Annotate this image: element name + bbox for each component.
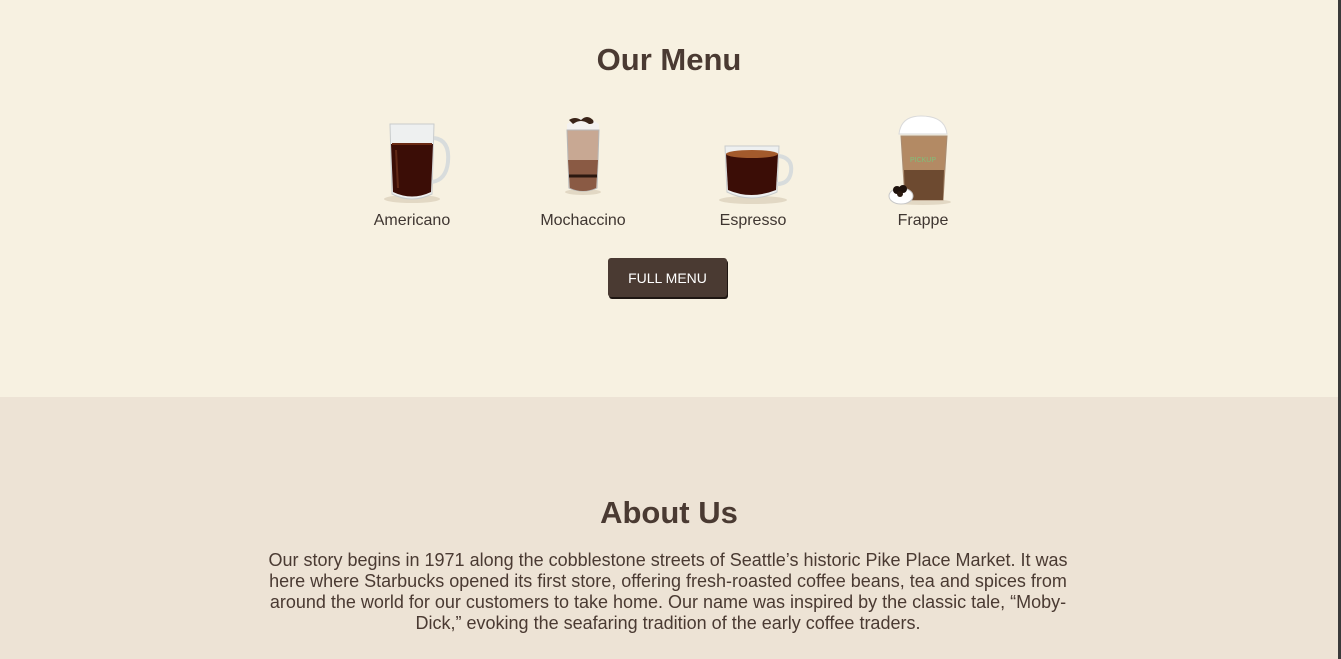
- menu-item-label: Espresso: [719, 212, 787, 229]
- menu-item-mochaccino[interactable]: Mochaccino: [523, 110, 643, 230]
- menu-item-label: Americano: [373, 212, 451, 229]
- menu-item-americano[interactable]: Americano: [352, 110, 472, 230]
- americano-mug-icon: [352, 110, 472, 208]
- menu-item-espresso[interactable]: Espresso: [693, 110, 813, 230]
- svg-text:PICKUP: PICKUP: [910, 157, 936, 164]
- mochaccino-glass-icon: [523, 110, 643, 208]
- espresso-cup-icon: [693, 110, 813, 208]
- about-title: About Us: [600, 495, 738, 530]
- full-menu-button[interactable]: FULL MENU: [608, 258, 727, 297]
- menu-section: Our Menu Americano Mochaccino Espresso P…: [0, 0, 1338, 397]
- menu-item-frappe[interactable]: PICKUP Frappe: [863, 110, 983, 230]
- menu-title: Our Menu: [596, 42, 742, 77]
- frappe-cup-icon: PICKUP: [863, 110, 983, 208]
- menu-item-label: Mochaccino: [540, 212, 626, 229]
- about-text: Our story begins in 1971 along the cobbl…: [268, 550, 1068, 633]
- about-section: About Us Our story begins in 1971 along …: [0, 397, 1338, 659]
- menu-item-label: Frappe: [897, 212, 949, 229]
